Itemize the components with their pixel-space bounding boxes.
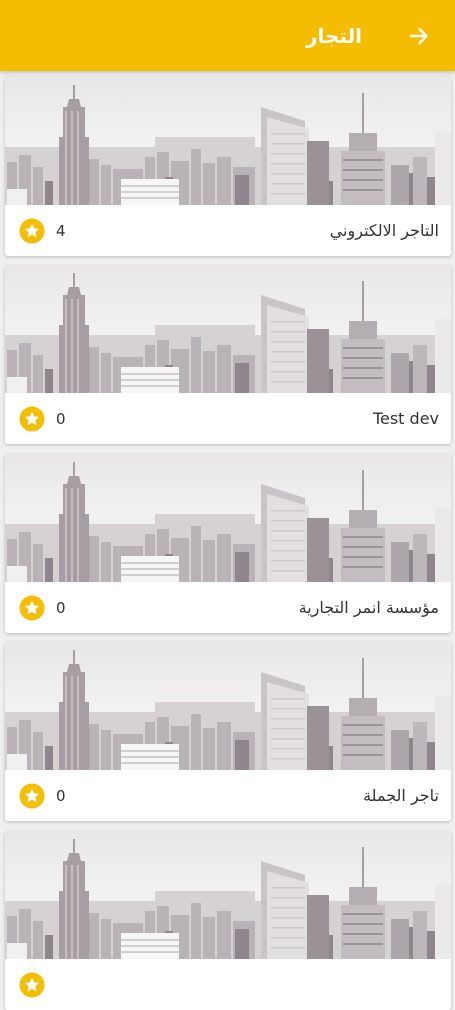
merchant-card[interactable]: 0 تاجر الجملة [5,642,451,821]
city-skyline-image [5,265,451,393]
city-skyline-image [5,831,451,959]
merchant-name: التاجر الالكتروني [329,221,439,240]
city-skyline-image [5,454,451,582]
merchant-card[interactable] [5,831,451,1010]
star-icon [19,406,45,431]
rating-value: 0 [56,786,66,805]
rating-value: 4 [56,221,66,240]
star-icon [19,218,45,243]
merchant-name: مؤسسة انمر التجارية [298,598,439,617]
arrow-right-icon[interactable] [407,24,431,48]
rating: 0 [19,783,66,809]
card-footer: 0 تاجر الجملة [5,770,451,821]
card-footer: 4 التاجر الالكتروني [5,205,451,256]
star-icon [19,783,45,808]
app-bar: التجار [0,0,455,71]
card-footer [5,959,451,1010]
merchant-card[interactable]: 0 مؤسسة انمر التجارية [5,454,451,633]
card-footer: 0 مؤسسة انمر التجارية [5,582,451,633]
star-icon [19,972,45,997]
rating-value: 0 [56,598,66,617]
rating: 0 [19,406,66,432]
star-icon [19,595,45,620]
card-footer: 0 Test dev [5,393,451,444]
city-skyline-image [5,77,451,205]
merchant-name: Test dev [372,409,439,428]
rating: 4 [19,218,66,244]
merchant-card[interactable]: 4 التاجر الالكتروني [5,77,451,256]
merchant-name: تاجر الجملة [363,786,439,805]
merchant-card[interactable]: 0 Test dev [5,265,451,444]
rating: 0 [19,595,66,621]
rating-value: 0 [56,409,66,428]
page-title: التجار [306,23,362,48]
rating [19,972,56,998]
city-skyline-image [5,642,451,770]
